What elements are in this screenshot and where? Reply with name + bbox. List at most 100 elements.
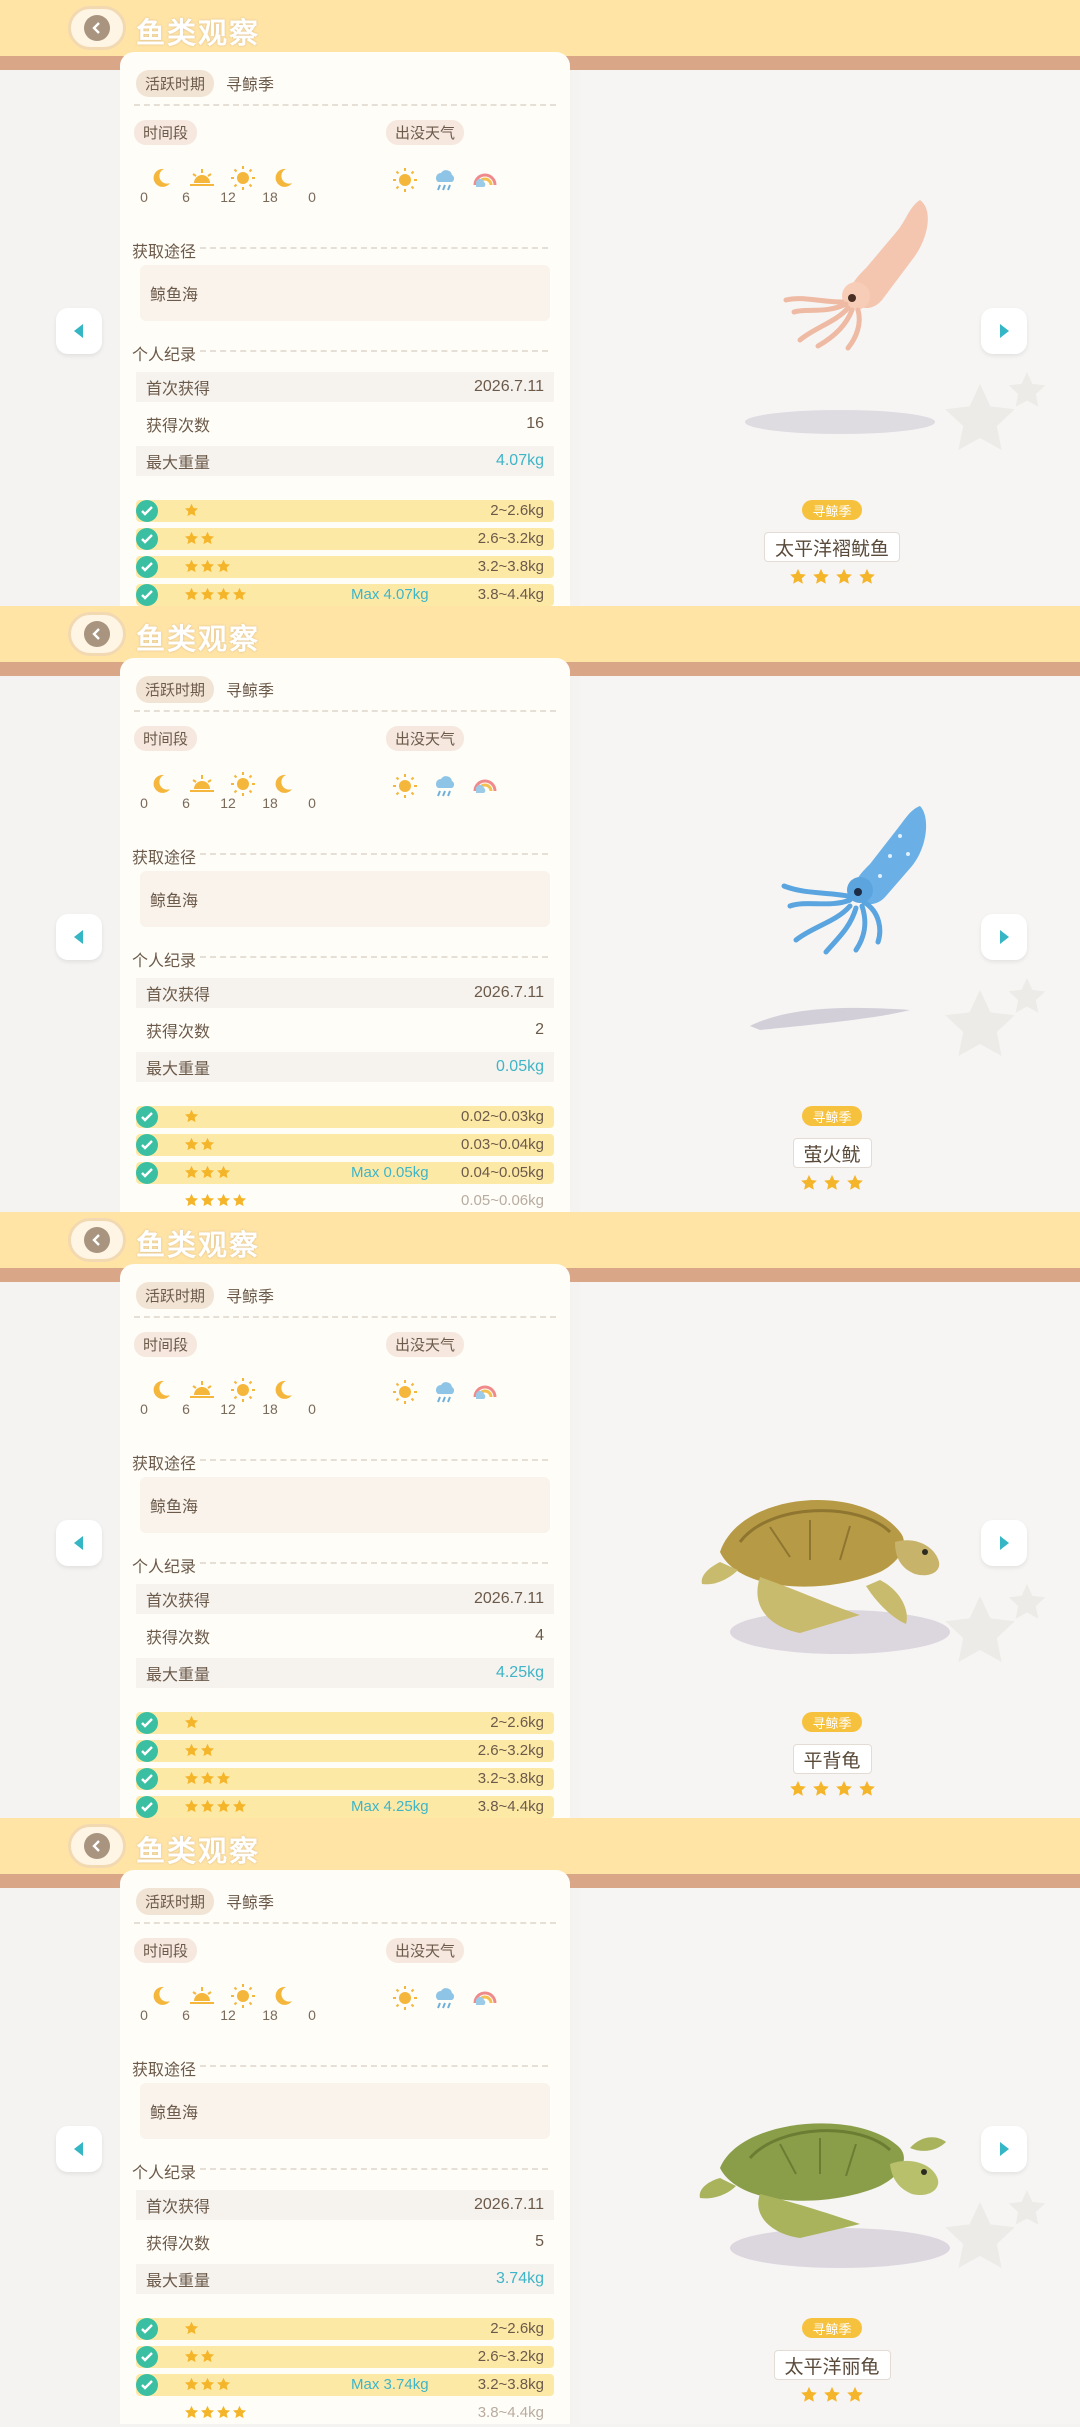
tier-range: 3.8~4.4kg [477, 1798, 544, 1815]
star-icon [216, 2405, 231, 2421]
season-row: 活跃时期 寻鲸季 [136, 1281, 274, 1309]
weight-record-row: 最大重量 4.25kg [136, 1658, 554, 1688]
check-icon [136, 584, 158, 606]
weight-tier-row: 3.8~4.4kg [136, 2402, 554, 2424]
weight-value: 4.07kg [495, 452, 544, 469]
tier-range: 2.6~3.2kg [477, 2348, 544, 2365]
star-icon [184, 587, 199, 603]
rarity-stars [800, 1174, 864, 1192]
info-card: 活跃时期 寻鲸季 时间段 出没天气 0 6 12 18 0 获取途径 鲸鱼海 个人纪录 首次获得 2026… [120, 1264, 570, 1818]
rarity-stars [800, 2386, 864, 2404]
fish-name: 萤火鱿 [792, 1138, 872, 1168]
time-tick: 6 [182, 2007, 190, 2023]
back-button[interactable] [68, 1824, 126, 1868]
sun-icon [230, 165, 256, 191]
star-icon [835, 1780, 853, 1798]
tier-stars [184, 503, 199, 519]
tier-range: 3.2~3.8kg [477, 558, 544, 575]
star-icon [216, 587, 231, 603]
first-record-row: 首次获得 2026.7.11 [136, 372, 554, 402]
back-button[interactable] [68, 6, 126, 50]
tier-range: 2~2.6kg [490, 502, 544, 519]
top-bar: 鱼类观察 [0, 606, 1080, 662]
weight-tier-row: 3.2~3.8kg [136, 556, 554, 578]
tier-range: 3.2~3.8kg [477, 2376, 544, 2393]
time-tick: 0 [308, 795, 316, 811]
tier-stars [184, 2405, 247, 2421]
count-label: 获得次数 [146, 418, 211, 435]
tier-stars [184, 531, 215, 547]
source-label: 获取途径 [132, 2062, 197, 2079]
rarity-stars [789, 1780, 876, 1798]
next-fish-button[interactable] [981, 2126, 1027, 2172]
sun-icon [230, 1377, 256, 1403]
tier-range: 0.04~0.05kg [461, 1164, 544, 1181]
fish-name: 太平洋丽龟 [773, 2350, 891, 2380]
first-value: 2026.7.11 [474, 378, 544, 395]
fish-panel: 鱼类观察 活跃时期 寻鲸季 时间段 出没天气 0 6 12 18 0 获取途径 鲸鱼海 个人纪录 首次获得… [0, 1818, 1080, 2424]
moon-icon [270, 771, 296, 797]
divider [134, 1316, 556, 1318]
tier-stars [184, 1715, 199, 1731]
tier-range: 2~2.6kg [490, 2320, 544, 2337]
source-value: 鲸鱼海 [140, 871, 550, 927]
star-icon [216, 1165, 231, 1181]
check-icon [136, 1740, 158, 1762]
rarity-stars [789, 568, 876, 586]
time-tick: 12 [220, 1401, 236, 1417]
time-axis: 0 6 12 18 0 [140, 2007, 330, 2027]
divider [200, 350, 548, 352]
tier-stars [184, 587, 247, 603]
check-icon [136, 556, 158, 578]
prev-fish-button[interactable] [56, 308, 102, 354]
time-tick: 0 [308, 1401, 316, 1417]
tier-range: 2~2.6kg [490, 1714, 544, 1731]
season-badge: 寻鲸季 [802, 2318, 862, 2338]
season-label: 活跃时期 [136, 69, 215, 97]
weight-record-row: 最大重量 3.74kg [136, 2264, 554, 2294]
tier-stars [184, 1137, 215, 1153]
weight-tier-row: 2~2.6kg [136, 500, 554, 522]
check-icon [136, 528, 158, 550]
star-icon [200, 531, 215, 547]
tier-range: 3.8~4.4kg [477, 2404, 544, 2421]
weather-label: 出没天气 [386, 726, 465, 751]
time-tick: 18 [262, 1401, 278, 1417]
weather-label: 出没天气 [386, 1938, 465, 1963]
back-button[interactable] [68, 1218, 126, 1262]
prev-fish-button[interactable] [56, 2126, 102, 2172]
season-value: 寻鲸季 [226, 77, 275, 94]
star-icon [232, 1193, 247, 1209]
prev-fish-button[interactable] [56, 1520, 102, 1566]
time-tick: 18 [262, 189, 278, 205]
page-title: 鱼类观察 [136, 18, 261, 50]
time-tick: 0 [140, 189, 148, 205]
time-tick: 6 [182, 1401, 190, 1417]
tier-range: 3.2~3.8kg [477, 1770, 544, 1787]
star-icon [184, 1193, 199, 1209]
star-icon [184, 2377, 199, 2393]
sun-icon [230, 1983, 256, 2009]
squid-pink-illustration [690, 160, 990, 460]
sunrise-icon [188, 1983, 214, 2009]
count-record-row: 获得次数 5 [136, 2227, 554, 2257]
time-axis: 0 6 12 18 0 [140, 795, 330, 815]
tier-range: 0.05~0.06kg [461, 1192, 544, 1209]
next-fish-button[interactable] [981, 1520, 1027, 1566]
weight-record-row: 最大重量 4.07kg [136, 446, 554, 476]
time-tick: 0 [308, 2007, 316, 2023]
count-value: 16 [526, 415, 544, 432]
count-value: 4 [535, 1627, 544, 1644]
tier-stars [184, 1799, 247, 1815]
first-record-row: 首次获得 2026.7.11 [136, 2190, 554, 2220]
star-icon [823, 2386, 841, 2404]
check-icon [136, 500, 158, 522]
tier-range: 2.6~3.2kg [477, 530, 544, 547]
moon-icon [270, 1377, 296, 1403]
prev-fish-button[interactable] [56, 914, 102, 960]
time-tick: 0 [140, 795, 148, 811]
weather-label: 出没天气 [386, 120, 465, 145]
sun-icon [392, 1379, 418, 1405]
star-icon [200, 1193, 215, 1209]
back-button[interactable] [68, 612, 126, 656]
